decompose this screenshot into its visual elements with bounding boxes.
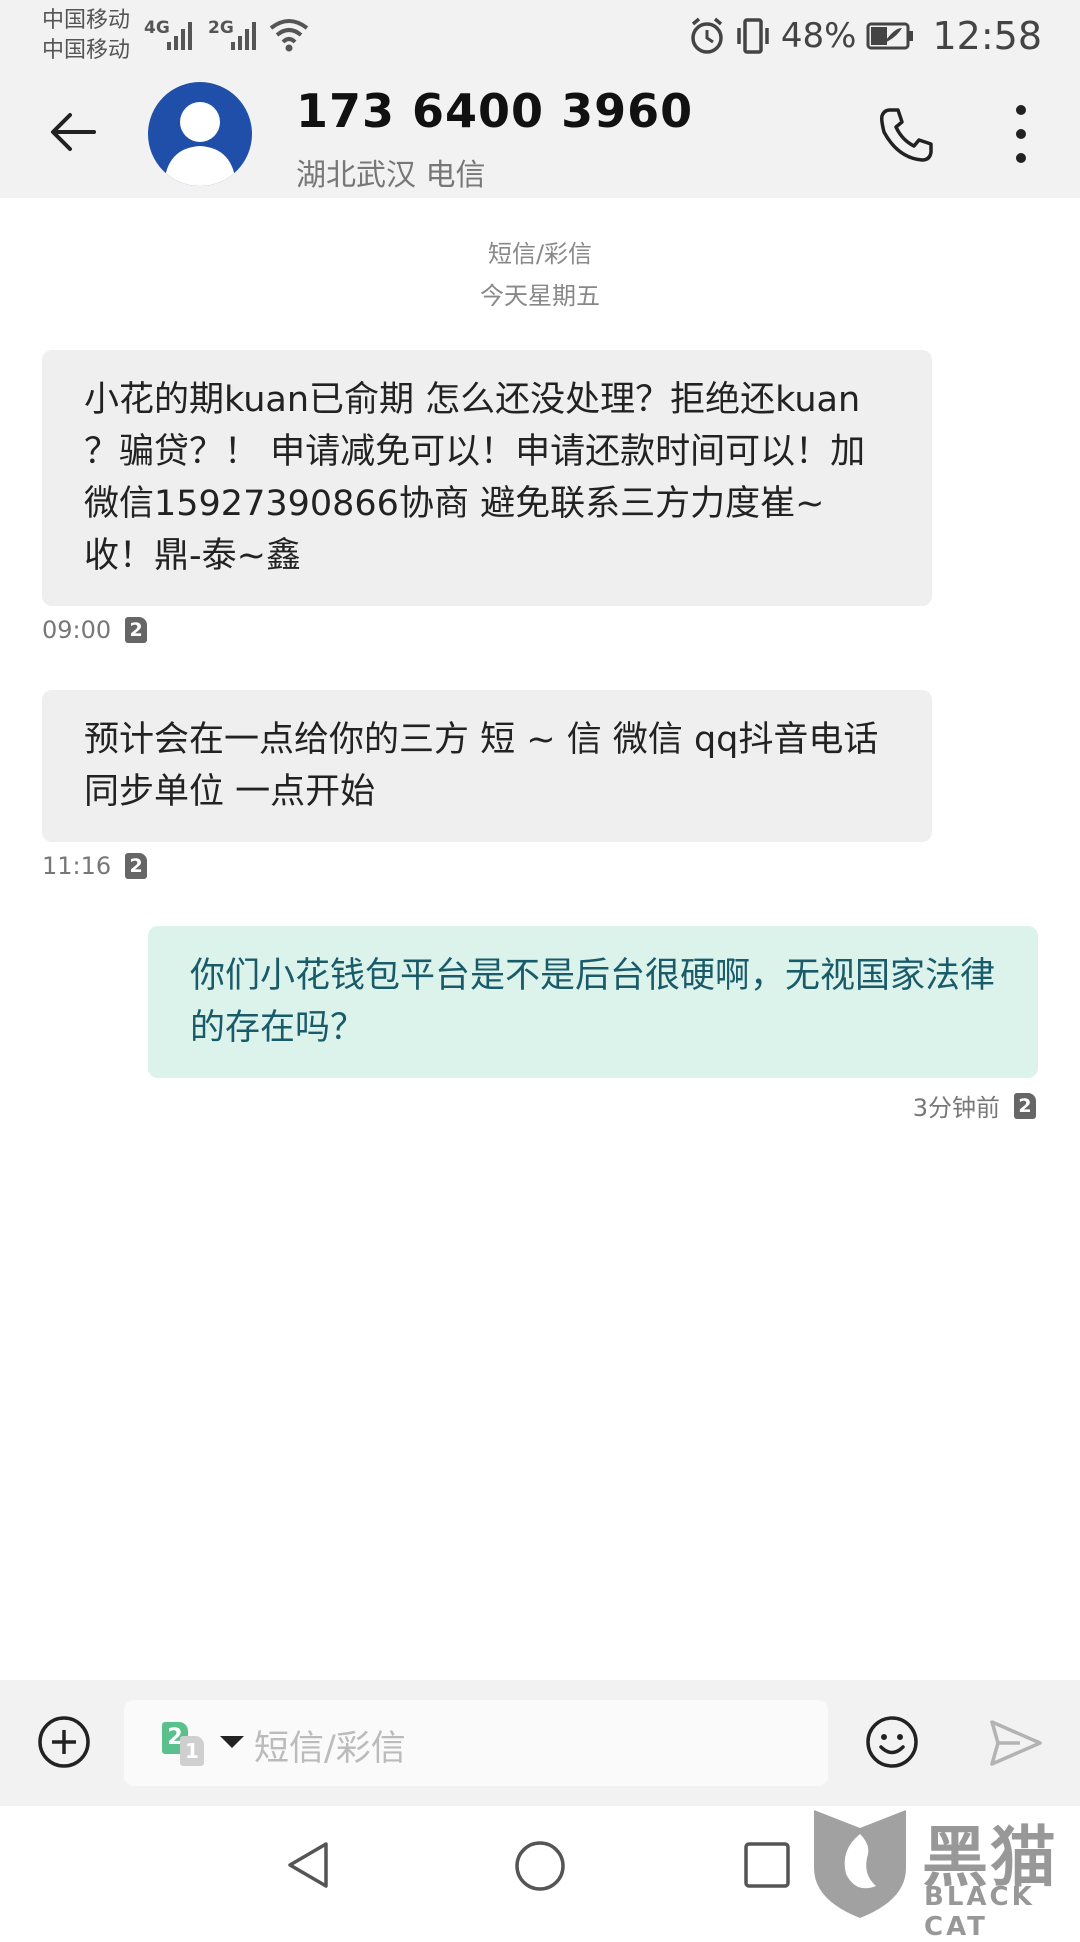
battery-percent: 48% [780,16,857,56]
send-icon[interactable] [986,1714,1044,1772]
message-time: 09:00 [42,616,112,644]
conversation-header: 173 6400 3960 湖北武汉 电信 [0,72,1080,198]
back-arrow-icon[interactable] [44,102,104,162]
message-time: 11:16 [42,852,112,880]
alarm-icon [691,17,723,54]
add-attachment-icon[interactable] [36,1714,92,1770]
nav-home-icon[interactable] [512,1838,568,1894]
carrier-1-label: 中国移动 [42,8,131,33]
black-cat-logo-icon [814,1810,906,1918]
more-options-icon[interactable] [1004,102,1038,166]
sim-1-icon: 1 [180,1736,204,1766]
thread-channel-label: 短信/彩信 [487,240,593,268]
contact-location: 湖北武汉 电信 [296,158,486,193]
chevron-down-icon[interactable] [220,1736,244,1748]
incoming-message-bubble[interactable]: 小花的期kuan已俞期 怎么还没处理？拒绝还kuan ？骗贷？！ 申请减免可以！… [42,350,932,606]
carrier-2-label: 中国移动 [42,38,131,63]
status-right: 48% 12:58 [689,12,1042,60]
carrier-labels: 中国移动 中国移动 [42,6,130,66]
thread-date-label: 今天星期五 [480,282,600,310]
battery-icon [866,22,914,50]
nav-back-icon[interactable] [282,1838,332,1892]
message-input[interactable]: 2 1 短信/彩信 [124,1700,828,1786]
sim-card-icon: 2 [125,617,148,643]
vibrate-icon [737,18,769,54]
watermark-logo: 黑猫 BLACK CAT [806,1804,1080,1942]
composer-bar: 2 1 短信/彩信 [0,1680,1080,1806]
sim-card-icon: 2 [125,853,148,879]
message-input-placeholder: 短信/彩信 [254,1729,406,1769]
contact-number: 173 6400 3960 [296,84,694,138]
message-meta: 3分钟前 2 [913,1088,1036,1123]
emoji-icon[interactable] [864,1714,920,1770]
nav-recents-icon[interactable] [742,1840,792,1890]
clock: 12:58 [932,14,1042,58]
outgoing-message-bubble[interactable]: 你们小花钱包平台是不是后台很硬啊，无视国家法律的存在吗？ [148,926,1038,1078]
person-icon [164,102,236,186]
wifi-icon [269,19,309,52]
sim-card-icon: 2 [1014,1092,1036,1119]
sim-selector[interactable]: 2 1 [162,1722,216,1766]
message-meta: 11:16 2 [42,852,148,880]
message-meta: 09:00 2 [42,616,148,644]
contact-avatar[interactable] [148,82,252,186]
message-time: 3分钟前 [912,1094,1000,1122]
incoming-message-bubble[interactable]: 预计会在一点给你的三方 短 ~ 信 微信 qq抖音电话同步单位 一点开始 [42,690,932,842]
watermark-en-text: BLACK CAT [924,1882,1035,1942]
phone-call-icon[interactable] [876,104,936,164]
status-bar: 中国移动 中国移动 4G 2G 48% 12:58 [0,0,1080,72]
